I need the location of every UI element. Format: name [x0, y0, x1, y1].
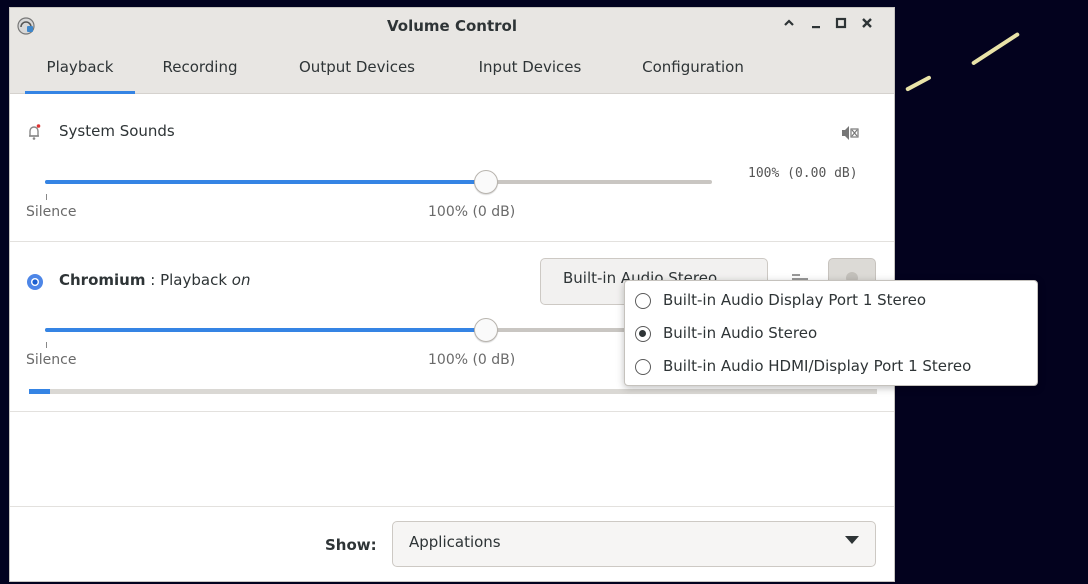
desktop-streak: [905, 75, 932, 92]
maximize-icon: [835, 17, 847, 29]
minimize-icon: [812, 26, 820, 29]
desktop-streak: [970, 31, 1021, 66]
device-option-stereo[interactable]: Built-in Audio Stereo: [635, 322, 1025, 350]
device-option-label: Built-in Audio Stereo: [663, 324, 818, 342]
slider-fill: [45, 180, 486, 184]
tab-recording[interactable]: Recording: [150, 54, 250, 94]
playback-prefix: Playback: [160, 271, 232, 289]
100-percent-tick-label: 100% (0 dB): [428, 204, 516, 220]
device-option-label: Built-in Audio HDMI/Display Port 1 Stere…: [663, 357, 972, 375]
row-separator: [10, 241, 894, 242]
speaker-muted-icon[interactable]: [840, 125, 860, 141]
footer-separator: [10, 506, 894, 507]
tab-input-devices[interactable]: Input Devices: [460, 54, 600, 94]
playback-state: on: [231, 271, 251, 289]
shade-button[interactable]: [780, 16, 798, 34]
show-dropdown[interactable]: Applications: [392, 521, 876, 567]
chromium-app-name: Chromium: [59, 271, 146, 289]
bell-icon: [29, 124, 41, 140]
device-option-hdmi[interactable]: Built-in Audio HDMI/Display Port 1 Stere…: [635, 355, 1035, 383]
silence-tick: [46, 194, 47, 200]
device-popup-menu: Built-in Audio Display Port 1 Stereo Bui…: [624, 280, 1038, 386]
chromium-icon: [27, 274, 43, 290]
device-option-label: Built-in Audio Display Port 1 Stereo: [663, 291, 927, 309]
window-title: Volume Control: [387, 17, 517, 35]
title-bar[interactable]: Volume Control: [10, 8, 894, 44]
tab-playback[interactable]: Playback: [25, 54, 135, 94]
silence-tick: [46, 342, 47, 348]
dropdown-arrow-icon: [845, 536, 859, 544]
close-button[interactable]: [858, 16, 876, 34]
100-percent-tick-label: 100% (0 dB): [428, 352, 516, 368]
silence-tick-label: Silence: [26, 204, 77, 220]
radio-button[interactable]: [635, 359, 651, 375]
slider-handle[interactable]: [474, 318, 499, 342]
system-sounds-label: System Sounds: [59, 122, 175, 140]
silence-tick-label: Silence: [26, 352, 77, 368]
close-icon: [862, 18, 872, 28]
tab-bar: Playback Recording Output Devices Input …: [10, 44, 894, 94]
chromium-volume-slider[interactable]: [45, 318, 712, 342]
show-label: Show:: [325, 536, 377, 554]
row-separator: [10, 411, 894, 412]
tab-output-devices[interactable]: Output Devices: [282, 54, 432, 94]
chromium-peak-meter: [29, 389, 877, 394]
show-dropdown-value: Applications: [409, 533, 501, 551]
slider-handle[interactable]: [474, 170, 499, 194]
radio-button[interactable]: [635, 293, 651, 309]
device-option-display-port[interactable]: Built-in Audio Display Port 1 Stereo: [635, 289, 1025, 317]
label-separator: :: [145, 271, 161, 289]
radio-button-selected[interactable]: [635, 326, 651, 342]
maximize-button[interactable]: [832, 16, 850, 34]
minimize-button[interactable]: [807, 16, 825, 34]
peak-meter-fill: [29, 389, 51, 394]
chevron-up-icon: [784, 19, 794, 26]
tab-configuration[interactable]: Configuration: [623, 54, 763, 94]
system-sounds-volume-readout: 100% (0.00 dB): [748, 166, 858, 181]
system-sounds-volume-slider[interactable]: [45, 170, 712, 194]
chromium-stream-label: Chromium : Playback on: [59, 271, 250, 289]
slider-fill: [45, 328, 486, 332]
